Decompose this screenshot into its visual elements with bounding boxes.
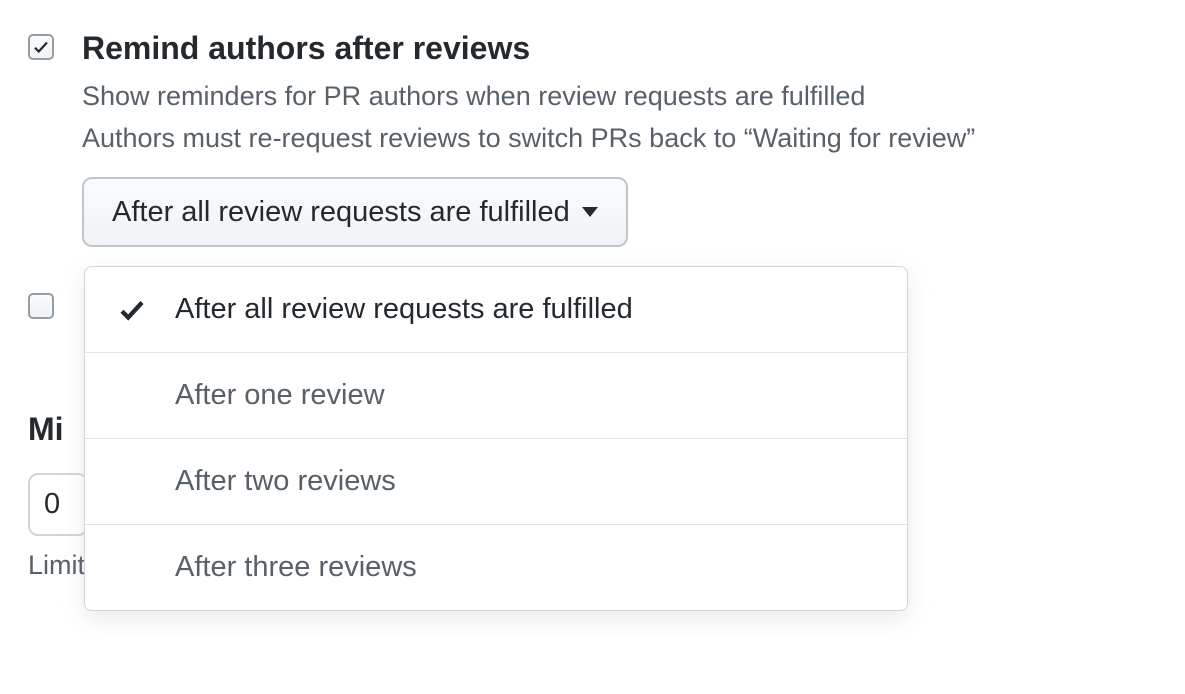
caret-down-icon: [582, 207, 598, 217]
remind-authors-checkbox[interactable]: [28, 34, 54, 60]
setting-two-checkbox[interactable]: [28, 293, 54, 319]
setting-subdescription: Authors must re-request reviews to switc…: [82, 118, 1157, 159]
setting-remind-authors: Remind authors after reviews Show remind…: [28, 28, 1157, 247]
setting-description: Show reminders for PR authors when revie…: [82, 76, 1157, 117]
review-threshold-dropdown[interactable]: After all review requests are fulfilled: [82, 177, 628, 248]
check-icon: [117, 295, 147, 325]
dropdown-option-label: After three reviews: [175, 551, 417, 584]
checkbox-wrapper-2: [28, 287, 82, 319]
dropdown-option-three-reviews[interactable]: After three reviews: [85, 525, 907, 610]
check-wrap: [117, 467, 175, 497]
checkbox-wrapper: [28, 28, 82, 60]
dropdown-option-one-review[interactable]: After one review: [85, 353, 907, 439]
dropdown-label: After all review requests are fulfilled: [112, 195, 570, 230]
check-wrap: [117, 381, 175, 411]
dropdown-option-label: After two reviews: [175, 465, 396, 498]
setting-content: Remind authors after reviews Show remind…: [82, 28, 1157, 247]
check-icon: [32, 38, 50, 56]
check-wrap: [117, 553, 175, 583]
dropdown-option-two-reviews[interactable]: After two reviews: [85, 439, 907, 525]
setting-title: Remind authors after reviews: [82, 28, 1157, 70]
dropdown-option-all-fulfilled[interactable]: After all review requests are fulfilled: [85, 267, 907, 353]
dropdown-option-label: After all review requests are fulfilled: [175, 293, 633, 326]
review-threshold-menu: After all review requests are fulfilled …: [84, 266, 908, 611]
dropdown-option-label: After one review: [175, 379, 385, 412]
check-wrap: [117, 295, 175, 325]
min-age-input[interactable]: 0: [28, 473, 88, 536]
